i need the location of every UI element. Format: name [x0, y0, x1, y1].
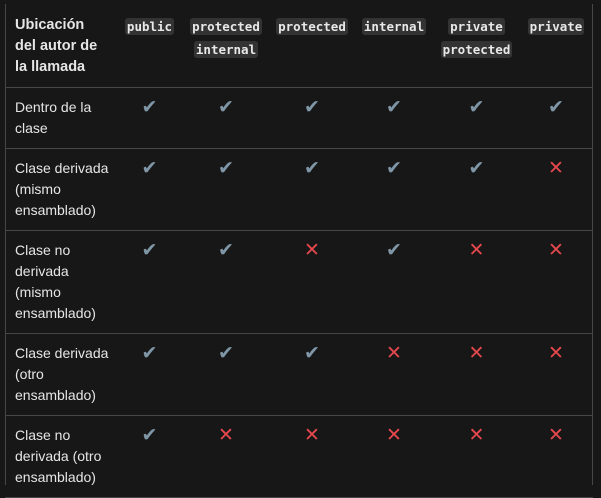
check-icon: ✔ — [434, 148, 519, 231]
check-icon: ✔ — [182, 87, 270, 149]
check-icon: ✔ — [117, 415, 182, 498]
cross-icon: ✕ — [434, 230, 519, 334]
check-icon: ✔ — [519, 87, 593, 149]
column-header-private-protected-code-2: protected — [440, 41, 513, 58]
column-header-private: private — [519, 4, 593, 88]
cross-icon: ✕ — [354, 333, 434, 416]
cross-icon: ✕ — [519, 148, 593, 231]
caller-location-header: Ubicación del autor de la llamada — [5, 4, 117, 88]
column-header-protected-internal-code-1: protected — [190, 18, 262, 35]
check-icon: ✔ — [182, 148, 270, 231]
check-icon: ✔ — [117, 230, 182, 334]
column-header-protected-code: protected — [276, 18, 348, 35]
check-icon: ✔ — [434, 87, 519, 149]
table-row: Clase no derivada (otro ensamblado) ✔ ✕ … — [5, 415, 593, 498]
check-icon: ✔ — [270, 333, 354, 416]
table-row: Dentro de la clase ✔ ✔ ✔ ✔ ✔ ✔ — [5, 87, 593, 149]
column-header-private-protected: private protected — [434, 4, 519, 88]
check-icon: ✔ — [117, 148, 182, 231]
check-icon: ✔ — [182, 230, 270, 334]
table-row: Clase derivada (mismo ensamblado) ✔ ✔ ✔ … — [5, 148, 593, 231]
row-label: Clase no derivada (otro ensamblado) — [5, 415, 117, 498]
row-label: Clase derivada (otro ensamblado) — [5, 333, 117, 416]
cross-icon: ✕ — [182, 415, 270, 498]
cross-icon: ✕ — [519, 333, 593, 416]
check-icon: ✔ — [354, 87, 434, 149]
column-header-protected-internal-code-2: internal — [193, 41, 259, 58]
cross-icon: ✕ — [270, 230, 354, 334]
row-label: Clase no derivada (mismo ensamblado) — [5, 230, 117, 334]
column-header-internal-code: internal — [361, 18, 427, 35]
column-header-internal: internal — [354, 4, 434, 88]
header-row: Ubicación del autor de la llamada public… — [5, 4, 593, 88]
check-icon: ✔ — [354, 148, 434, 231]
cross-icon: ✕ — [434, 415, 519, 498]
table-row: Clase no derivada (mismo ensamblado) ✔ ✔… — [5, 230, 593, 334]
check-icon: ✔ — [182, 333, 270, 416]
check-icon: ✔ — [117, 87, 182, 149]
cross-icon: ✕ — [270, 415, 354, 498]
check-icon: ✔ — [117, 333, 182, 416]
cross-icon: ✕ — [519, 230, 593, 334]
check-icon: ✔ — [270, 148, 354, 231]
cross-icon: ✕ — [434, 333, 519, 416]
check-icon: ✔ — [270, 87, 354, 149]
column-header-private-protected-code-1: private — [448, 18, 505, 35]
column-header-protected: protected — [270, 4, 354, 88]
table-body: Dentro de la clase ✔ ✔ ✔ ✔ ✔ ✔ Clase der… — [5, 87, 593, 498]
table-row: Clase derivada (otro ensamblado) ✔ ✔ ✔ ✕… — [5, 333, 593, 416]
check-icon: ✔ — [354, 230, 434, 334]
row-label: Dentro de la clase — [5, 87, 117, 149]
access-modifiers-table: Ubicación del autor de la llamada public… — [5, 4, 593, 498]
column-header-public-code: public — [124, 18, 175, 35]
column-header-public: public — [117, 4, 182, 88]
cross-icon: ✕ — [354, 415, 434, 498]
cross-icon: ✕ — [519, 415, 593, 498]
column-header-protected-internal: protected internal — [182, 4, 270, 88]
column-header-private-code: private — [527, 18, 585, 35]
row-label: Clase derivada (mismo ensamblado) — [5, 148, 117, 231]
